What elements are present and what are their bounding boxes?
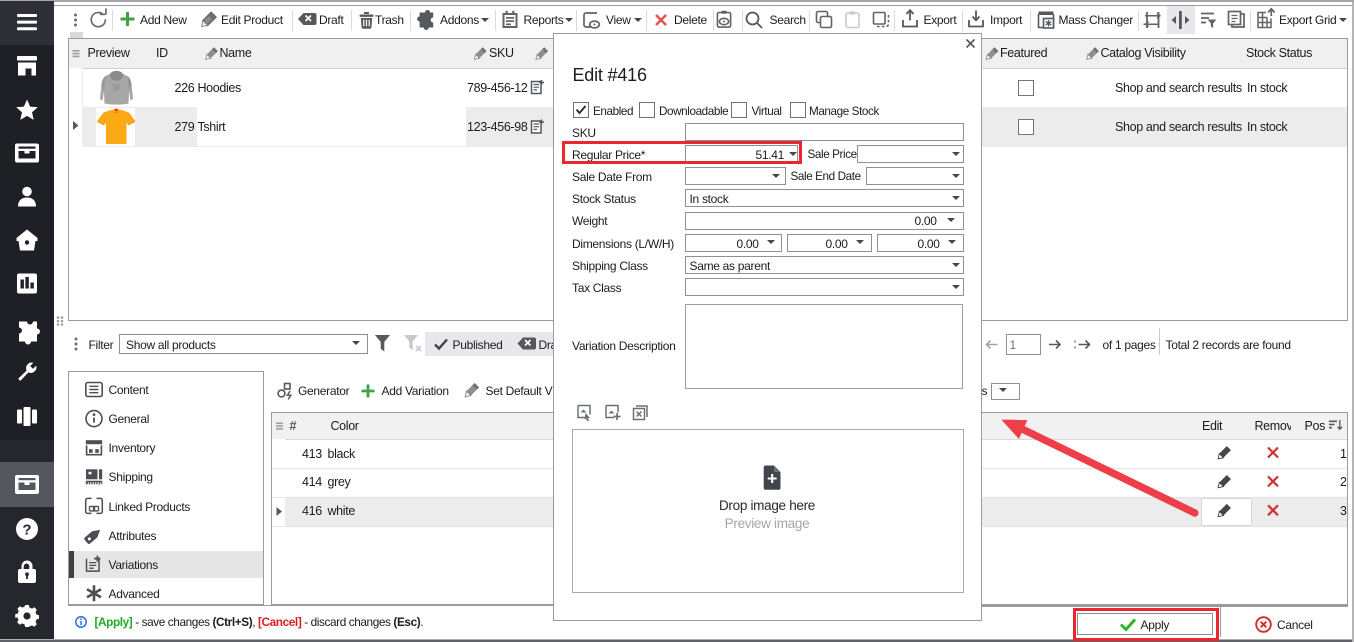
svg-text:?: ?	[22, 522, 31, 539]
